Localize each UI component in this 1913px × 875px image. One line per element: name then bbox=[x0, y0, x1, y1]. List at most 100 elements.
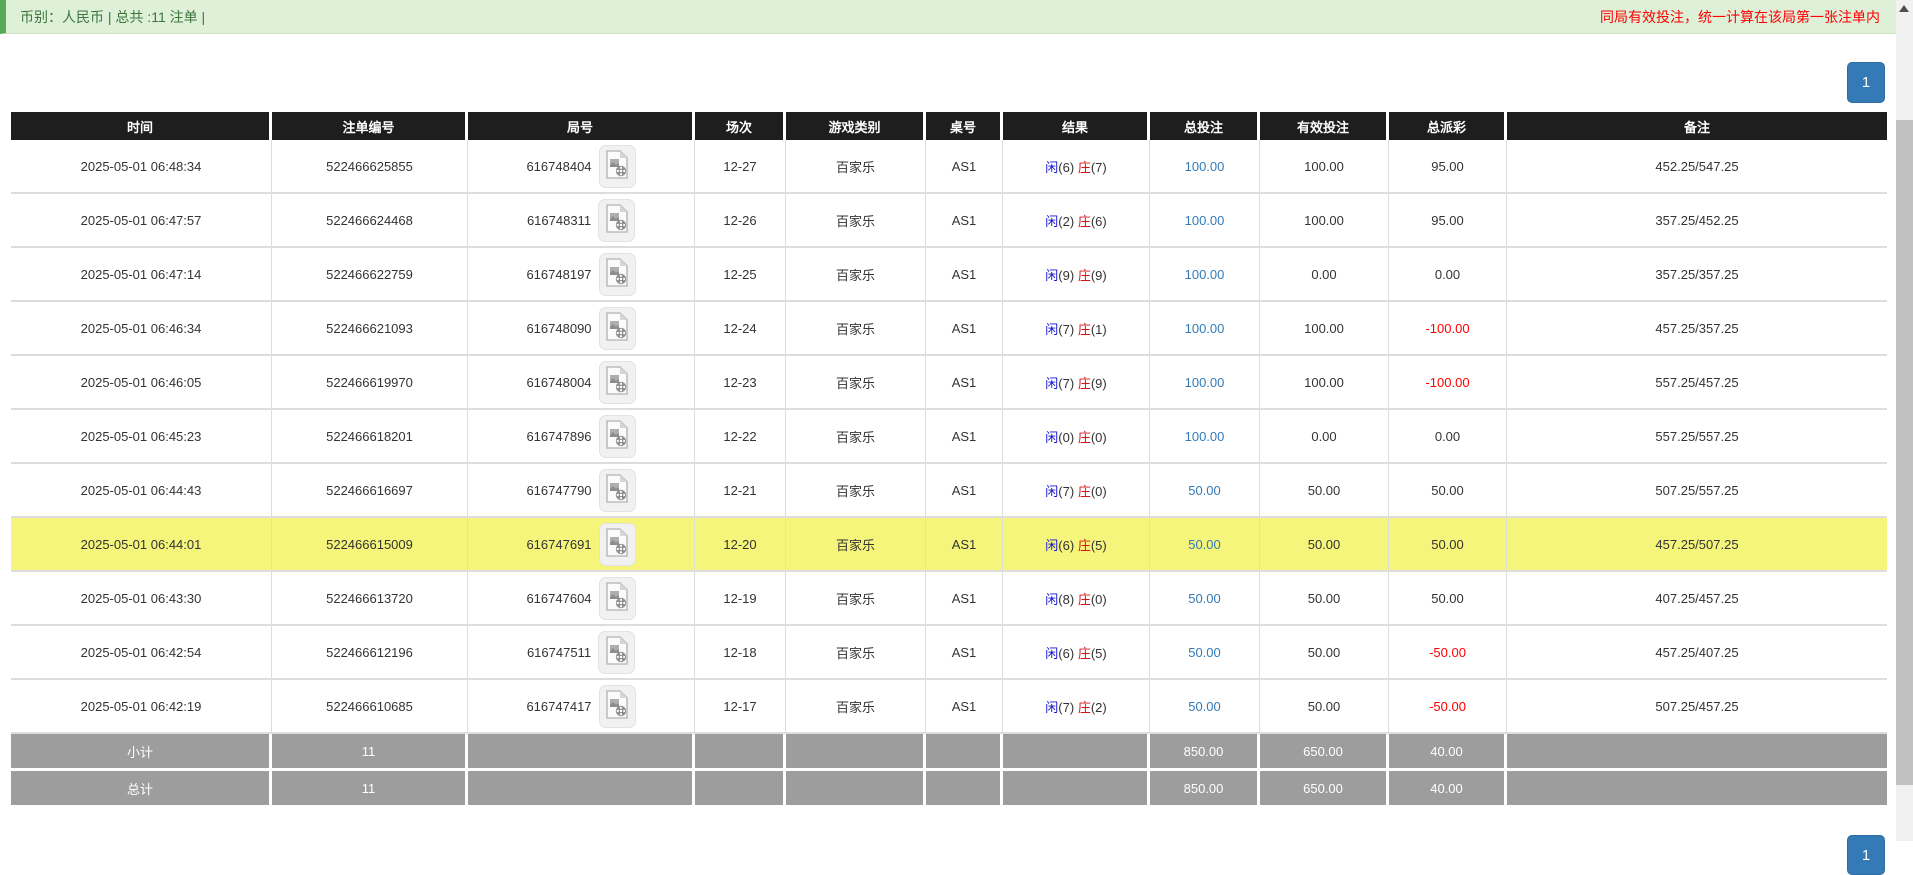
total-bet-link[interactable]: 100.00 bbox=[1185, 375, 1225, 390]
cell-time: 2025-05-01 06:48:34 bbox=[11, 140, 272, 194]
cell-valid-bet: 50.00 bbox=[1260, 626, 1389, 680]
total-empty-result bbox=[1003, 771, 1150, 808]
result-banker-label: 庄 bbox=[1078, 484, 1091, 499]
cell-bet-id: 522466618201 bbox=[272, 410, 468, 464]
cell-game-type: 百家乐 bbox=[786, 356, 926, 410]
cell-valid-bet: 50.00 bbox=[1260, 680, 1389, 734]
total-bet-link[interactable]: 50.00 bbox=[1188, 537, 1221, 552]
pagination-page-1-bottom[interactable]: 1 bbox=[1847, 835, 1885, 875]
total-bet-link[interactable]: 50.00 bbox=[1188, 483, 1221, 498]
result-player-score: (6) bbox=[1058, 538, 1074, 553]
replay-button[interactable] bbox=[599, 523, 636, 566]
replay-button[interactable] bbox=[598, 631, 635, 674]
cell-bet-id-text: 522466613720 bbox=[326, 591, 413, 606]
cell-remark: 457.25/507.25 bbox=[1507, 518, 1887, 572]
replay-button[interactable] bbox=[599, 307, 636, 350]
column-header: 有效投注 bbox=[1260, 112, 1389, 140]
cell-bet-id: 522466622759 bbox=[272, 248, 468, 302]
total-bet-link[interactable]: 50.00 bbox=[1188, 699, 1221, 714]
cell-payout: -50.00 bbox=[1389, 626, 1507, 680]
cell-payout: 0.00 bbox=[1389, 410, 1507, 464]
video-file-icon bbox=[605, 528, 629, 560]
column-header: 游戏类别 bbox=[786, 112, 926, 140]
result-banker-label: 庄 bbox=[1078, 592, 1091, 607]
replay-button[interactable] bbox=[599, 577, 636, 620]
cell-session-text: 12-25 bbox=[723, 267, 756, 282]
cell-session: 12-24 bbox=[695, 302, 786, 356]
cell-session-text: 12-18 bbox=[723, 645, 756, 660]
cell-time: 2025-05-01 06:45:23 bbox=[11, 410, 272, 464]
total-bet-link[interactable]: 50.00 bbox=[1188, 591, 1221, 606]
cell-remark: 507.25/557.25 bbox=[1507, 464, 1887, 518]
cell-game-type: 百家乐 bbox=[786, 572, 926, 626]
total-label: 总计 bbox=[11, 771, 272, 808]
cell-round: 616747790 bbox=[468, 464, 695, 518]
cell-remark: 357.25/452.25 bbox=[1507, 194, 1887, 248]
total-empty-table bbox=[926, 771, 1003, 808]
arrow-up-icon[interactable] bbox=[1899, 5, 1909, 12]
total-bet-link[interactable]: 100.00 bbox=[1185, 213, 1225, 228]
total-empty-round bbox=[468, 771, 695, 808]
result-banker-score: (0) bbox=[1091, 430, 1107, 445]
total-bet-link[interactable]: 100.00 bbox=[1185, 321, 1225, 336]
cell-game-type-text: 百家乐 bbox=[836, 376, 875, 391]
cell-round: 616747604 bbox=[468, 572, 695, 626]
result-player-label: 闲 bbox=[1045, 430, 1058, 445]
cell-bet-id-text: 522466619970 bbox=[326, 375, 413, 390]
cell-valid-bet-text: 50.00 bbox=[1308, 591, 1341, 606]
replay-button[interactable] bbox=[599, 685, 636, 728]
round-number: 616747691 bbox=[526, 537, 591, 552]
video-file-icon bbox=[605, 690, 629, 722]
cell-payout: 95.00 bbox=[1389, 140, 1507, 194]
result-player-label: 闲 bbox=[1045, 484, 1058, 499]
result-banker-score: (5) bbox=[1091, 646, 1107, 661]
table-row: 2025-05-01 06:47:14522466622759616748197… bbox=[11, 248, 1887, 302]
cell-game-type: 百家乐 bbox=[786, 194, 926, 248]
cell-round: 616747896 bbox=[468, 410, 695, 464]
payout-sum-text: 40.00 bbox=[1430, 781, 1463, 796]
replay-button[interactable] bbox=[599, 469, 636, 512]
cell-game-type-text: 百家乐 bbox=[836, 538, 875, 553]
cell-table-id: AS1 bbox=[926, 194, 1003, 248]
total-bet-link[interactable]: 50.00 bbox=[1188, 645, 1221, 660]
cell-bet-id-text: 522466622759 bbox=[326, 267, 413, 282]
cell-session-text: 12-19 bbox=[723, 591, 756, 606]
round-number: 616747511 bbox=[527, 645, 591, 660]
vertical-scrollbar[interactable] bbox=[1896, 0, 1913, 841]
result-banker-label: 庄 bbox=[1078, 214, 1091, 229]
notice-text: 同局有效投注，统一计算在该局第一张注单内 bbox=[1600, 7, 1880, 27]
column-header: 注单编号 bbox=[272, 112, 468, 140]
total-bet-link[interactable]: 100.00 bbox=[1185, 267, 1225, 282]
total-bet-sum: 850.00 bbox=[1150, 771, 1260, 808]
replay-button[interactable] bbox=[599, 253, 636, 296]
cell-game-type: 百家乐 bbox=[786, 680, 926, 734]
payout-text: -100.00 bbox=[1425, 375, 1469, 390]
result-player-score: (7) bbox=[1058, 376, 1074, 391]
replay-button[interactable] bbox=[598, 199, 635, 242]
cell-total-bet: 50.00 bbox=[1150, 518, 1260, 572]
cell-table-id: AS1 bbox=[926, 680, 1003, 734]
pagination-page-1-top[interactable]: 1 bbox=[1847, 62, 1885, 103]
result-banker-score: (1) bbox=[1091, 322, 1107, 337]
cell-total-bet: 50.00 bbox=[1150, 464, 1260, 518]
total-bet-link[interactable]: 100.00 bbox=[1185, 159, 1225, 174]
result-banker-score: (0) bbox=[1091, 484, 1107, 499]
summary-bar: 币别：人民币 | 总共 :11 注单 | 同局有效投注，统一计算在该局第一张注单… bbox=[0, 0, 1896, 34]
cell-valid-bet: 50.00 bbox=[1260, 464, 1389, 518]
cell-result: 闲(6) 庄(7) bbox=[1003, 140, 1150, 194]
total-empty-remark bbox=[1507, 771, 1887, 808]
result-banker-label: 庄 bbox=[1078, 646, 1091, 661]
cell-total-bet: 100.00 bbox=[1150, 194, 1260, 248]
replay-button[interactable] bbox=[599, 145, 636, 188]
cell-table-id-text: AS1 bbox=[952, 537, 977, 552]
scrollbar-thumb[interactable] bbox=[1896, 120, 1913, 785]
cell-session: 12-27 bbox=[695, 140, 786, 194]
replay-button[interactable] bbox=[599, 415, 636, 458]
round-cell: 616747604 bbox=[472, 577, 690, 620]
cell-game-type-text: 百家乐 bbox=[836, 430, 875, 445]
replay-button[interactable] bbox=[599, 361, 636, 404]
total-bet-link[interactable]: 100.00 bbox=[1185, 429, 1225, 444]
cell-time: 2025-05-01 06:47:14 bbox=[11, 248, 272, 302]
cell-time-text: 2025-05-01 06:42:54 bbox=[81, 645, 202, 660]
cell-valid-bet-text: 0.00 bbox=[1311, 429, 1336, 444]
